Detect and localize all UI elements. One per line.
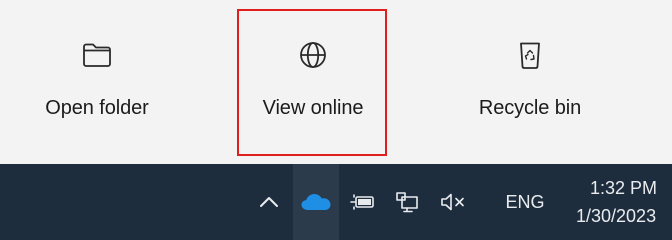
onedrive-cloud-icon (300, 192, 332, 212)
view-online-label: View online (262, 97, 364, 119)
show-hidden-icons-button[interactable] (250, 164, 288, 240)
view-online-button[interactable]: View online (238, 10, 388, 155)
globe-icon (296, 38, 330, 72)
recycle-bin-button[interactable]: Recycle bin (455, 10, 605, 155)
battery-charging-icon (350, 193, 376, 211)
volume-button[interactable] (431, 164, 475, 240)
chevron-up-icon (259, 195, 279, 209)
input-language-button[interactable]: ENG (485, 164, 565, 240)
network-button[interactable] (387, 164, 427, 240)
onedrive-tray-button[interactable] (293, 164, 339, 240)
volume-muted-icon (439, 192, 467, 212)
open-folder-label: Open folder (45, 97, 149, 119)
input-language-label: ENG (505, 191, 545, 212)
clock-button[interactable]: 1:32 PM 1/30/2023 (566, 164, 672, 240)
network-icon (395, 191, 419, 213)
clock-date: 1/30/2023 (576, 206, 657, 226)
battery-button[interactable] (343, 164, 383, 240)
recycle-bin-label: Recycle bin (478, 97, 582, 119)
onedrive-flyout-footer: Open folder View online Recycle bin (0, 0, 672, 164)
folder-icon (80, 38, 114, 72)
taskbar: ENG 1:32 PM 1/30/2023 (0, 164, 672, 240)
recycle-bin-icon (513, 38, 547, 72)
open-folder-button[interactable]: Open folder (22, 10, 172, 155)
clock-time: 1:32 PM (590, 178, 658, 198)
screen: Open folder View online Recycle bin ENG … (0, 0, 672, 240)
